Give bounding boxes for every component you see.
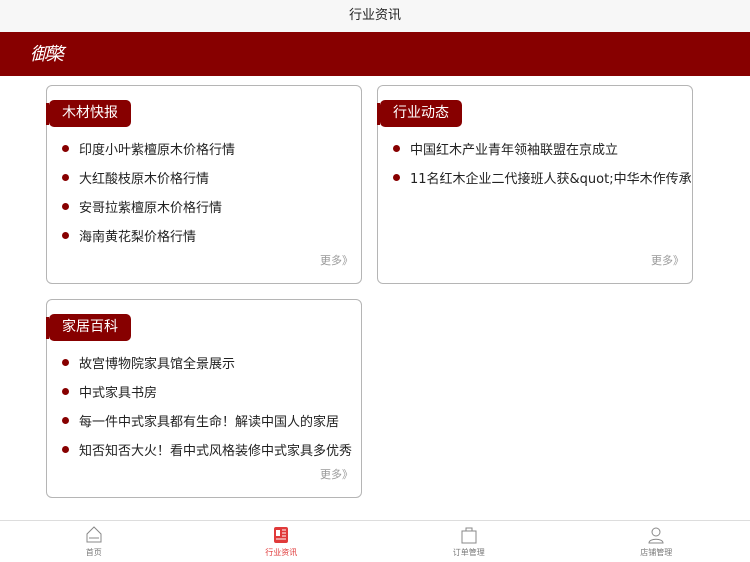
item-text: 中式家具书房 bbox=[79, 386, 158, 401]
tab-label: 行业资讯 bbox=[265, 548, 298, 557]
tab-bar: 首页 行业资讯 订单管理 店铺管理 bbox=[0, 520, 750, 562]
list-item[interactable]: 11名红木企业二代接班人获&quot;中华木作传承 bbox=[393, 163, 691, 192]
bullet-icon bbox=[62, 174, 69, 181]
home-icon bbox=[86, 526, 102, 543]
bullet-icon bbox=[62, 417, 69, 424]
tab-store[interactable]: 店铺管理 bbox=[563, 521, 750, 562]
tab-label: 首页 bbox=[85, 548, 102, 557]
user-icon bbox=[648, 527, 664, 544]
tab-label: 店铺管理 bbox=[640, 548, 673, 557]
card-wood-news: 木材快报 印度小叶紫檀原木价格行情 大红酸枝原木价格行情 安哥拉紫檀原木价格行情… bbox=[46, 85, 362, 284]
list-item[interactable]: 印度小叶紫檀原木价格行情 bbox=[62, 134, 235, 163]
list-item[interactable]: 中国红木产业青年领袖联盟在京成立 bbox=[393, 134, 691, 163]
tab-label: 订单管理 bbox=[452, 548, 485, 557]
item-text: 每一件中式家具都有生命！解读中国人的家居 bbox=[79, 415, 340, 430]
bullet-icon bbox=[393, 145, 400, 152]
item-text: 中国红木产业青年领袖联盟在京成立 bbox=[410, 143, 619, 158]
tab-home[interactable]: 首页 bbox=[0, 521, 188, 562]
item-text: 海南黄花梨价格行情 bbox=[79, 230, 197, 245]
bullet-icon bbox=[62, 232, 69, 239]
tab-industry-news[interactable]: 行业资讯 bbox=[188, 521, 376, 562]
list-item[interactable]: 安哥拉紫檀原木价格行情 bbox=[62, 192, 235, 221]
more-link[interactable]: 更多》 bbox=[320, 466, 353, 482]
bullet-icon bbox=[62, 388, 69, 395]
bullet-icon bbox=[393, 174, 400, 181]
bullet-icon bbox=[62, 359, 69, 366]
item-text: 大红酸枝原木价格行情 bbox=[79, 172, 210, 187]
card-home-encyclopedia: 家居百科 故宫博物院家具馆全景展示 中式家具书房 每一件中式家具都有生命！解读中… bbox=[46, 299, 362, 498]
item-text: 故宫博物院家具馆全景展示 bbox=[79, 357, 236, 372]
list-item[interactable]: 每一件中式家具都有生命！解读中国人的家居 bbox=[62, 406, 360, 435]
news-icon bbox=[274, 527, 289, 543]
more-link[interactable]: 更多》 bbox=[320, 252, 353, 268]
bag-icon bbox=[461, 527, 477, 544]
item-text: 安哥拉紫檀原木价格行情 bbox=[79, 201, 223, 216]
list-item[interactable]: 海南黄花梨价格行情 bbox=[62, 221, 235, 250]
card-tag: 行业动态 bbox=[380, 100, 462, 127]
brand-banner: 御檠 bbox=[0, 32, 750, 76]
bullet-icon bbox=[62, 446, 69, 453]
item-text: 11名红木企业二代接班人获&quot;中华木作传承 bbox=[410, 172, 691, 187]
item-text: 知否知否大火！看中式风格装修中式家具多优秀 bbox=[79, 444, 353, 459]
card-industry-news: 行业动态 中国红木产业青年领袖联盟在京成立 11名红木企业二代接班人获&quot… bbox=[377, 85, 693, 284]
list-item[interactable]: 故宫博物院家具馆全景展示 bbox=[62, 348, 360, 377]
list-item[interactable]: 大红酸枝原木价格行情 bbox=[62, 163, 235, 192]
page-title: 行业资讯 bbox=[0, 0, 750, 32]
more-link[interactable]: 更多》 bbox=[651, 252, 684, 268]
list-item[interactable]: 知否知否大火！看中式风格装修中式家具多优秀 bbox=[62, 435, 360, 464]
item-text: 印度小叶紫檀原木价格行情 bbox=[79, 143, 236, 158]
bullet-icon bbox=[62, 145, 69, 152]
bullet-icon bbox=[62, 203, 69, 210]
card-tag: 家居百科 bbox=[49, 314, 131, 341]
list-item[interactable]: 中式家具书房 bbox=[62, 377, 360, 406]
tab-orders[interactable]: 订单管理 bbox=[375, 521, 563, 562]
logo: 御檠 bbox=[30, 44, 64, 65]
card-tag: 木材快报 bbox=[49, 100, 131, 127]
